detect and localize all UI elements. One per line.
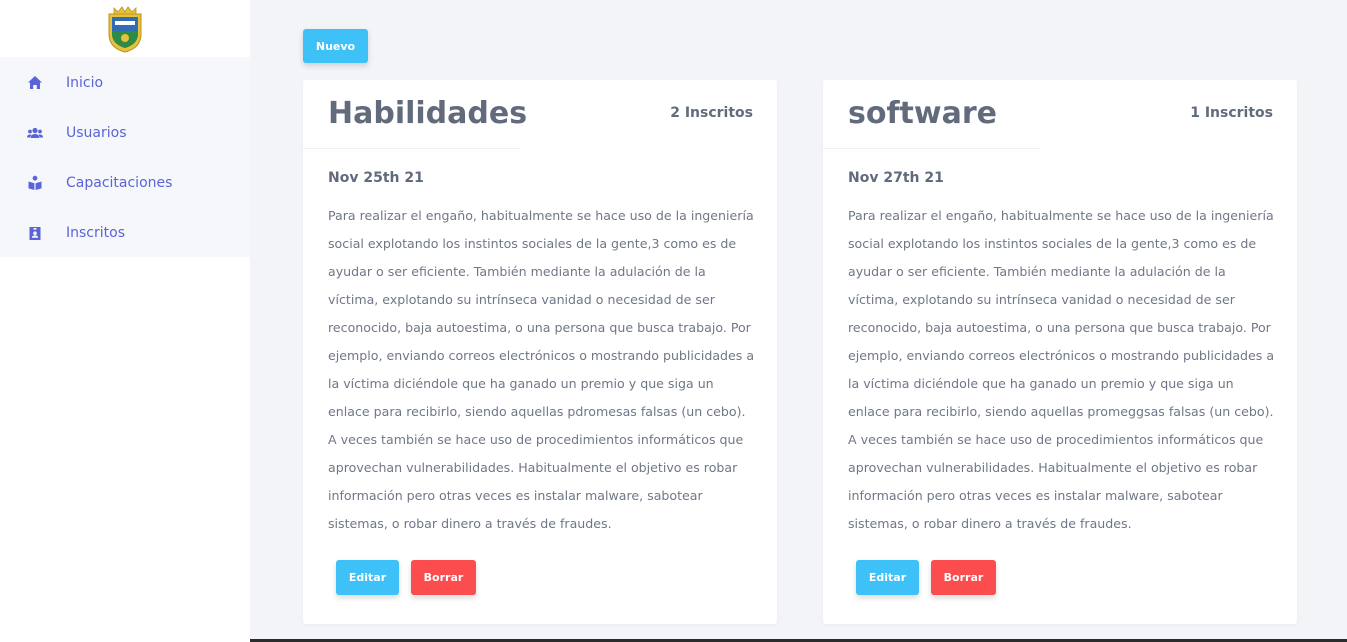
delete-button[interactable]: Borrar <box>411 560 476 595</box>
edit-button[interactable]: Editar <box>336 560 399 595</box>
delete-button[interactable]: Borrar <box>931 560 996 595</box>
sidebar-item-capacitaciones[interactable]: Capacitaciones <box>0 158 250 208</box>
card-title: software <box>848 96 997 131</box>
card-date: Nov 27th 21 <box>848 170 944 186</box>
course-card: software 1 Inscritos Nov 27th 21 Para re… <box>823 80 1297 624</box>
logo-area <box>0 0 250 57</box>
sidebar-item-label: Usuarios <box>66 125 127 141</box>
coat-of-arms-logo <box>108 5 142 53</box>
book-reader-icon <box>26 174 44 192</box>
id-badge-icon <box>26 224 44 242</box>
home-icon <box>26 74 44 92</box>
edit-button[interactable]: Editar <box>856 560 919 595</box>
sidebar-item-inicio[interactable]: Inicio <box>0 58 250 108</box>
sidebar-item-usuarios[interactable]: Usuarios <box>0 108 250 158</box>
card-divider <box>303 148 521 149</box>
card-date: Nov 25th 21 <box>328 170 424 186</box>
course-card: Habilidades 2 Inscritos Nov 25th 21 Para… <box>303 80 777 624</box>
sidebar: Inicio Usuarios Capacitaciones Inscritos <box>0 0 250 642</box>
enrolled-count: 1 Inscritos <box>1190 105 1273 121</box>
sidebar-nav: Inicio Usuarios Capacitaciones Inscritos <box>0 57 250 257</box>
users-icon <box>26 124 44 142</box>
card-title: Habilidades <box>328 96 528 131</box>
card-divider <box>823 148 1041 149</box>
card-description: Para realizar el engaño, habitualmente s… <box>848 208 1275 531</box>
sidebar-item-label: Inicio <box>66 75 104 91</box>
new-button[interactable]: Nuevo <box>303 29 368 63</box>
enrolled-count: 2 Inscritos <box>670 105 753 121</box>
card-description: Para realizar el engaño, habitualmente s… <box>328 208 755 531</box>
sidebar-item-label: Capacitaciones <box>66 175 173 191</box>
sidebar-item-inscritos[interactable]: Inscritos <box>0 208 250 258</box>
sidebar-item-label: Inscritos <box>66 225 125 241</box>
